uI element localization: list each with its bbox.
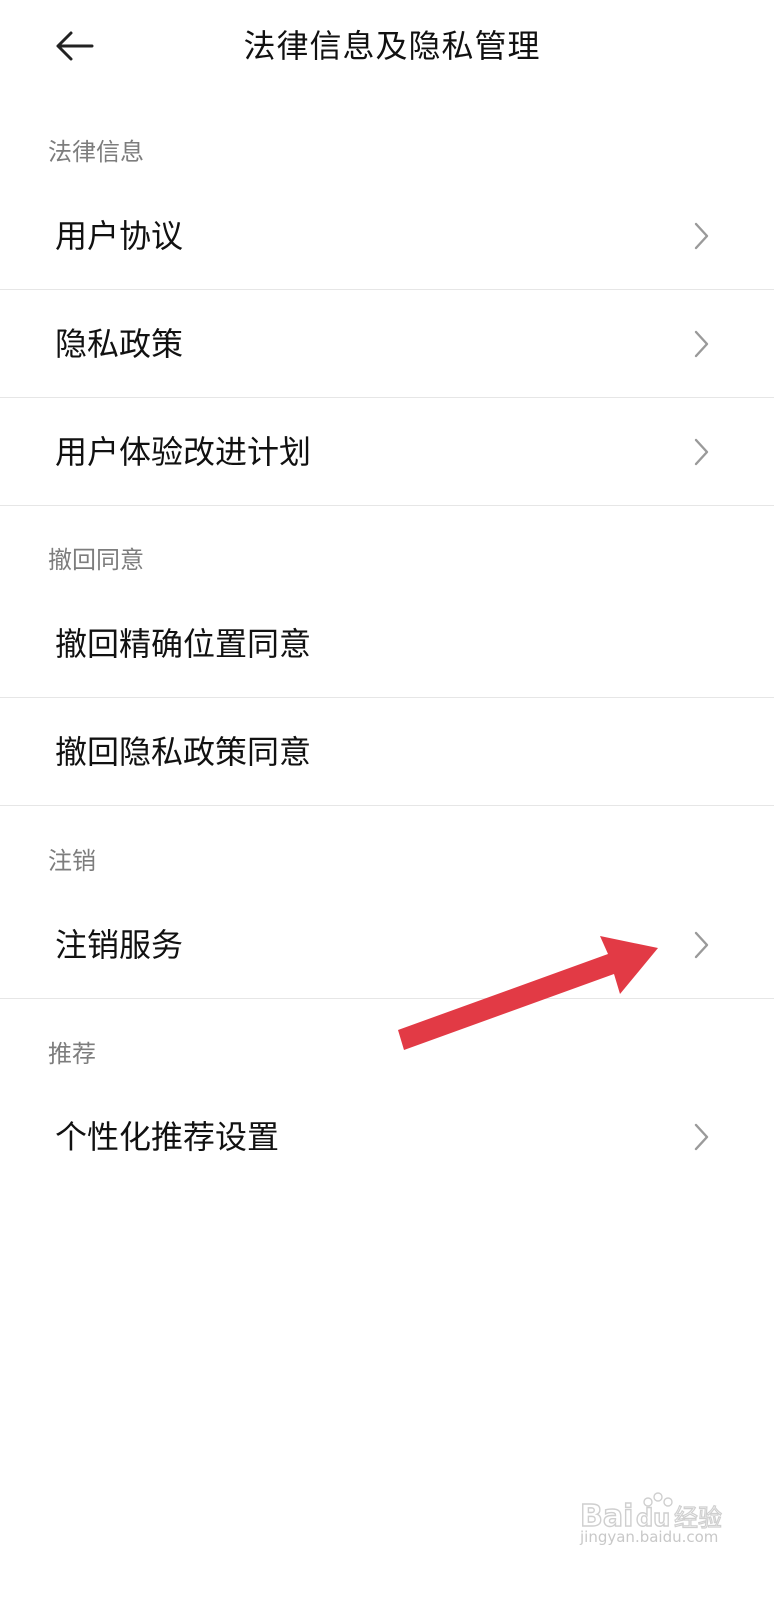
list-item-withdraw-privacy-consent[interactable]: 撤回隐私政策同意 — [0, 698, 774, 806]
list-item-ux-improvement[interactable]: 用户体验改进计划 — [0, 398, 774, 506]
section-label-legal: 法律信息 — [48, 138, 144, 166]
list-item-label: 用户协议 — [55, 217, 184, 255]
chevron-right-icon — [694, 222, 709, 250]
list-item-personalized-recommendation[interactable]: 个性化推荐设置 — [0, 1083, 774, 1191]
baidu-watermark-logo: Bai du 经验 — [579, 1492, 723, 1535]
app-header: 法律信息及隐私管理 — [0, 0, 774, 92]
list-item-privacy-policy[interactable]: 隐私政策 — [0, 290, 774, 398]
list-item-label: 撤回精确位置同意 — [55, 625, 312, 663]
list-item-label: 撤回隐私政策同意 — [55, 733, 312, 771]
list-item-label: 隐私政策 — [55, 325, 184, 363]
section-label-withdraw-consent: 撤回同意 — [48, 546, 144, 574]
chevron-right-icon — [694, 330, 709, 358]
list-item-label: 个性化推荐设置 — [55, 1118, 280, 1156]
section-label-recommend: 推荐 — [48, 1040, 96, 1068]
chevron-right-icon — [694, 438, 709, 466]
list-item-user-agreement[interactable]: 用户协议 — [0, 182, 774, 290]
annotation-arrow-icon — [398, 936, 658, 1050]
list-item-label: 注销服务 — [55, 926, 184, 964]
watermark-url: jingyan.baidu.com — [580, 1528, 719, 1546]
list-item-label: 用户体验改进计划 — [55, 433, 312, 471]
section-label-deregister: 注销 — [48, 847, 96, 875]
page-title: 法律信息及隐私管理 — [243, 27, 541, 65]
chevron-right-icon — [694, 1123, 709, 1151]
chevron-right-icon — [694, 931, 709, 959]
list-item-withdraw-location-consent[interactable]: 撤回精确位置同意 — [0, 590, 774, 698]
